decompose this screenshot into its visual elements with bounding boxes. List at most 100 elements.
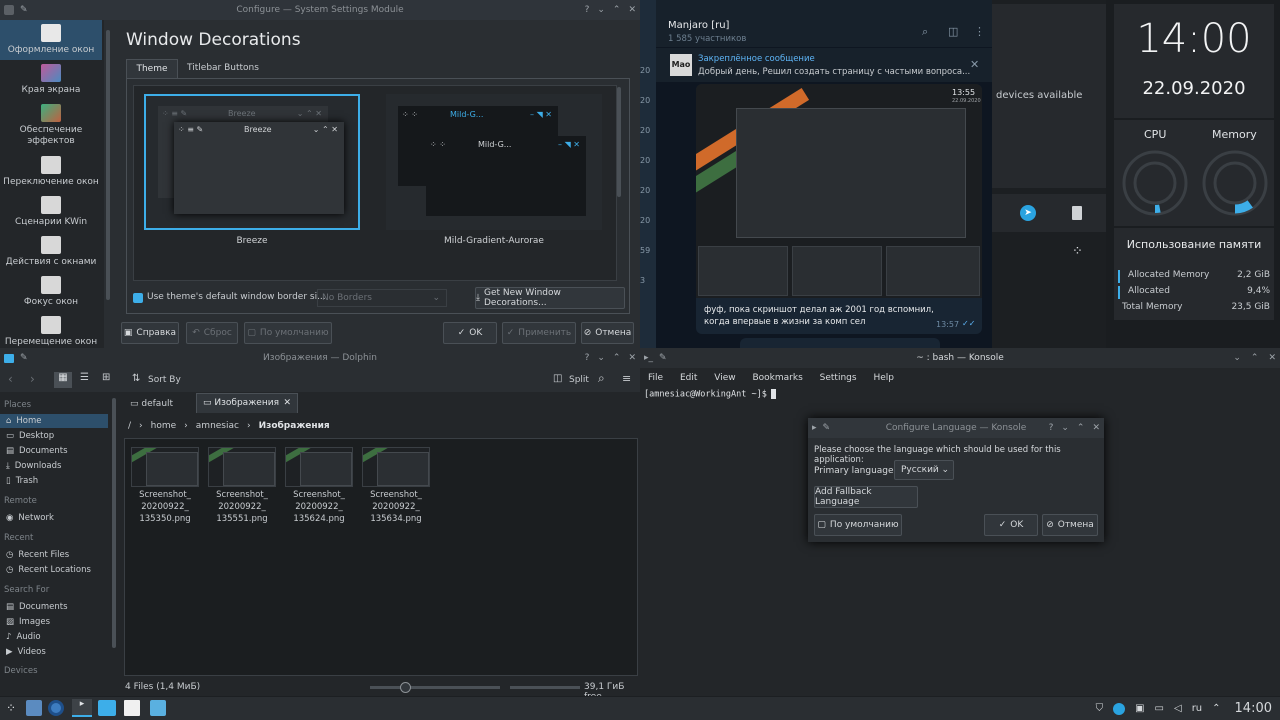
sidebar-scrollbar[interactable] [106, 30, 110, 300]
search-icon[interactable]: ⌕ [922, 25, 928, 39]
file-name[interactable]: Screenshot_ 20200922_ 135624.png [279, 489, 359, 525]
sidebar-item-moving[interactable]: Перемещение окон [0, 316, 102, 348]
split-icon[interactable]: ◫ [553, 373, 562, 384]
sidebar-toggle-icon[interactable]: ◫ [948, 25, 958, 38]
search-icon[interactable]: ⌕ [598, 371, 605, 386]
file-name[interactable]: Screenshot_ 20200922_ 135350.png [125, 489, 205, 525]
help-button[interactable]: ▣ Справка [121, 322, 179, 344]
place-recent-files[interactable]: ◷ Recent Files [6, 550, 69, 560]
maximize-icon[interactable]: ⌃ [613, 353, 621, 363]
search-audio[interactable]: ♪ Audio [6, 632, 41, 642]
forward-icon[interactable]: › [30, 372, 35, 386]
help-icon[interactable]: ? [585, 5, 590, 15]
minimize-icon[interactable]: ⌄ [1061, 423, 1069, 433]
add-fallback-button[interactable]: Add Fallback Language [814, 486, 918, 508]
theme-card-mild[interactable]: ⁘ ⁘ Mild-G... – ◥ ✕ ⁘ ⁘ Mild-G... – ◥ ✕ [386, 94, 602, 230]
border-size-select[interactable]: No Borders ⌄ [317, 289, 447, 307]
place-home[interactable]: ⌂ Home [6, 416, 42, 426]
network-tray-icon[interactable]: ▭ [1155, 703, 1164, 714]
menu-help[interactable]: Help [873, 373, 894, 383]
taskbar-telegram-icon[interactable] [150, 700, 166, 716]
file-thumbnail[interactable] [208, 447, 276, 487]
search-videos[interactable]: ▶ Videos [6, 647, 46, 657]
search-images[interactable]: ▨ Images [6, 617, 50, 627]
taskbar-files-icon[interactable] [124, 700, 140, 716]
sidebar-item-decorations[interactable]: Оформление окон [0, 24, 102, 56]
kdeconnect-icon[interactable]: ⁘ [1072, 244, 1083, 259]
place-trash[interactable]: ▯ Trash [6, 476, 38, 486]
menu-bookmarks[interactable]: Bookmarks [752, 373, 802, 383]
maximize-icon[interactable]: ⌃ [1077, 423, 1085, 433]
zoom-slider[interactable] [370, 682, 500, 693]
shield-icon[interactable]: ⛉ [1096, 703, 1104, 714]
get-new-decorations-button[interactable]: ⤓ Get New Window Decorations... [475, 287, 625, 309]
file-name[interactable]: Screenshot_ 20200922_ 135551.png [202, 489, 282, 525]
details-view-icon[interactable]: ⊞ [102, 372, 110, 383]
language-indicator[interactable]: ru [1192, 703, 1202, 714]
tab-titlebar-buttons[interactable]: Titlebar Buttons [180, 59, 266, 78]
search-documents[interactable]: ▤ Documents [6, 602, 68, 612]
menu-settings[interactable]: Settings [820, 373, 857, 383]
defaults-button[interactable]: ▢ По умолчанию [814, 514, 902, 536]
pin-icon[interactable]: ✎ [20, 5, 28, 15]
file-thumbnail[interactable] [285, 447, 353, 487]
telegram-icon[interactable]: ➤ [1020, 205, 1036, 221]
compact-view-icon[interactable]: ☰ [80, 372, 89, 383]
close-icon[interactable]: ✕ [628, 5, 636, 15]
image-attachment[interactable]: 13:55 22.09.2020 [696, 84, 982, 298]
app-launcher-icon[interactable]: ⁘ [6, 701, 16, 715]
pinned-bar[interactable]: Mao Закреплённое сообщение Добрый день, … [656, 50, 992, 82]
close-icon[interactable]: ✕ [1092, 423, 1100, 433]
reset-button[interactable]: ↶ Сброс [186, 322, 238, 344]
places-scrollbar[interactable] [112, 398, 116, 648]
pin-icon[interactable]: ✎ [20, 353, 28, 363]
back-icon[interactable]: ‹ [8, 372, 13, 386]
minimize-icon[interactable]: ⌄ [597, 5, 605, 15]
file-thumbnail[interactable] [362, 447, 430, 487]
split-button[interactable]: Split [569, 375, 589, 385]
help-icon[interactable]: ? [1049, 423, 1054, 433]
cancel-button[interactable]: ⊘ Отмена [1042, 514, 1098, 536]
dolphin-tab-images[interactable]: ▭ Изображения ✕ [196, 393, 298, 413]
maximize-icon[interactable]: ⌃ [1251, 353, 1259, 363]
hamburger-icon[interactable]: ≡ [622, 372, 631, 385]
clipboard-tray-icon[interactable]: ▣ [1135, 703, 1144, 714]
sidebar-item-focus[interactable]: Фокус окон [0, 276, 102, 308]
file-thumbnail[interactable] [131, 447, 199, 487]
place-desktop[interactable]: ▭ Desktop [6, 431, 54, 441]
sort-icon[interactable]: ⇅ [132, 373, 140, 384]
zoom-slider-handle[interactable] [400, 682, 411, 693]
defaults-button[interactable]: ▢ По умолчанию [244, 322, 332, 344]
taskbar-konsole-icon[interactable]: ▸ [72, 699, 92, 717]
place-documents[interactable]: ▤ Documents [6, 446, 68, 456]
menu-edit[interactable]: Edit [680, 373, 697, 383]
settings-titlebar[interactable]: Configure — System Settings Module [0, 0, 640, 20]
volume-icon[interactable]: ◁ [1174, 703, 1182, 714]
sidebar-item-actions[interactable]: Действия с окнами [0, 236, 102, 268]
telegram-tray-icon[interactable] [1113, 702, 1126, 715]
menu-view[interactable]: View [714, 373, 735, 383]
help-icon[interactable]: ? [585, 353, 590, 363]
close-icon[interactable]: ✕ [628, 353, 636, 363]
maximize-icon[interactable]: ⌃ [613, 5, 621, 15]
tab-close-icon[interactable]: ✕ [283, 394, 291, 413]
language-select[interactable]: Русский ⌄ [894, 460, 954, 480]
konsole-titlebar[interactable]: ~ : bash — Konsole [640, 348, 1280, 368]
apply-button[interactable]: ✓ Применить [502, 322, 576, 344]
place-recent-locations[interactable]: ◷ Recent Locations [6, 565, 91, 575]
sidebar-item-switching[interactable]: Переключение окон [0, 156, 102, 188]
minimize-icon[interactable]: ⌄ [1233, 353, 1241, 363]
tab-theme[interactable]: Theme [126, 59, 178, 78]
dolphin-tab-default[interactable]: ▭ default [126, 395, 194, 413]
sort-button[interactable]: Sort By [148, 375, 181, 385]
place-downloads[interactable]: ⤓ Downloads [6, 461, 61, 471]
taskbar-dolphin-icon[interactable] [98, 700, 116, 716]
border-size-checkbox[interactable] [133, 293, 143, 303]
breadcrumb[interactable]: / › home › amnesiac › Изображения [126, 418, 638, 434]
theme-card-breeze[interactable]: ⁘ ≡ ✎ Breeze ⌄ ⌃ ✕ ⁘ ≡ ✎ Breeze ⌄ ⌃ ✕ [144, 94, 360, 230]
pin-icon[interactable]: ✎ [659, 353, 667, 363]
minimize-icon[interactable]: ⌄ [597, 353, 605, 363]
taskbar-settings-icon[interactable] [26, 700, 42, 716]
sidebar-item-edges[interactable]: Края экрана [0, 64, 102, 96]
more-icon[interactable]: ⋮ [974, 25, 985, 38]
